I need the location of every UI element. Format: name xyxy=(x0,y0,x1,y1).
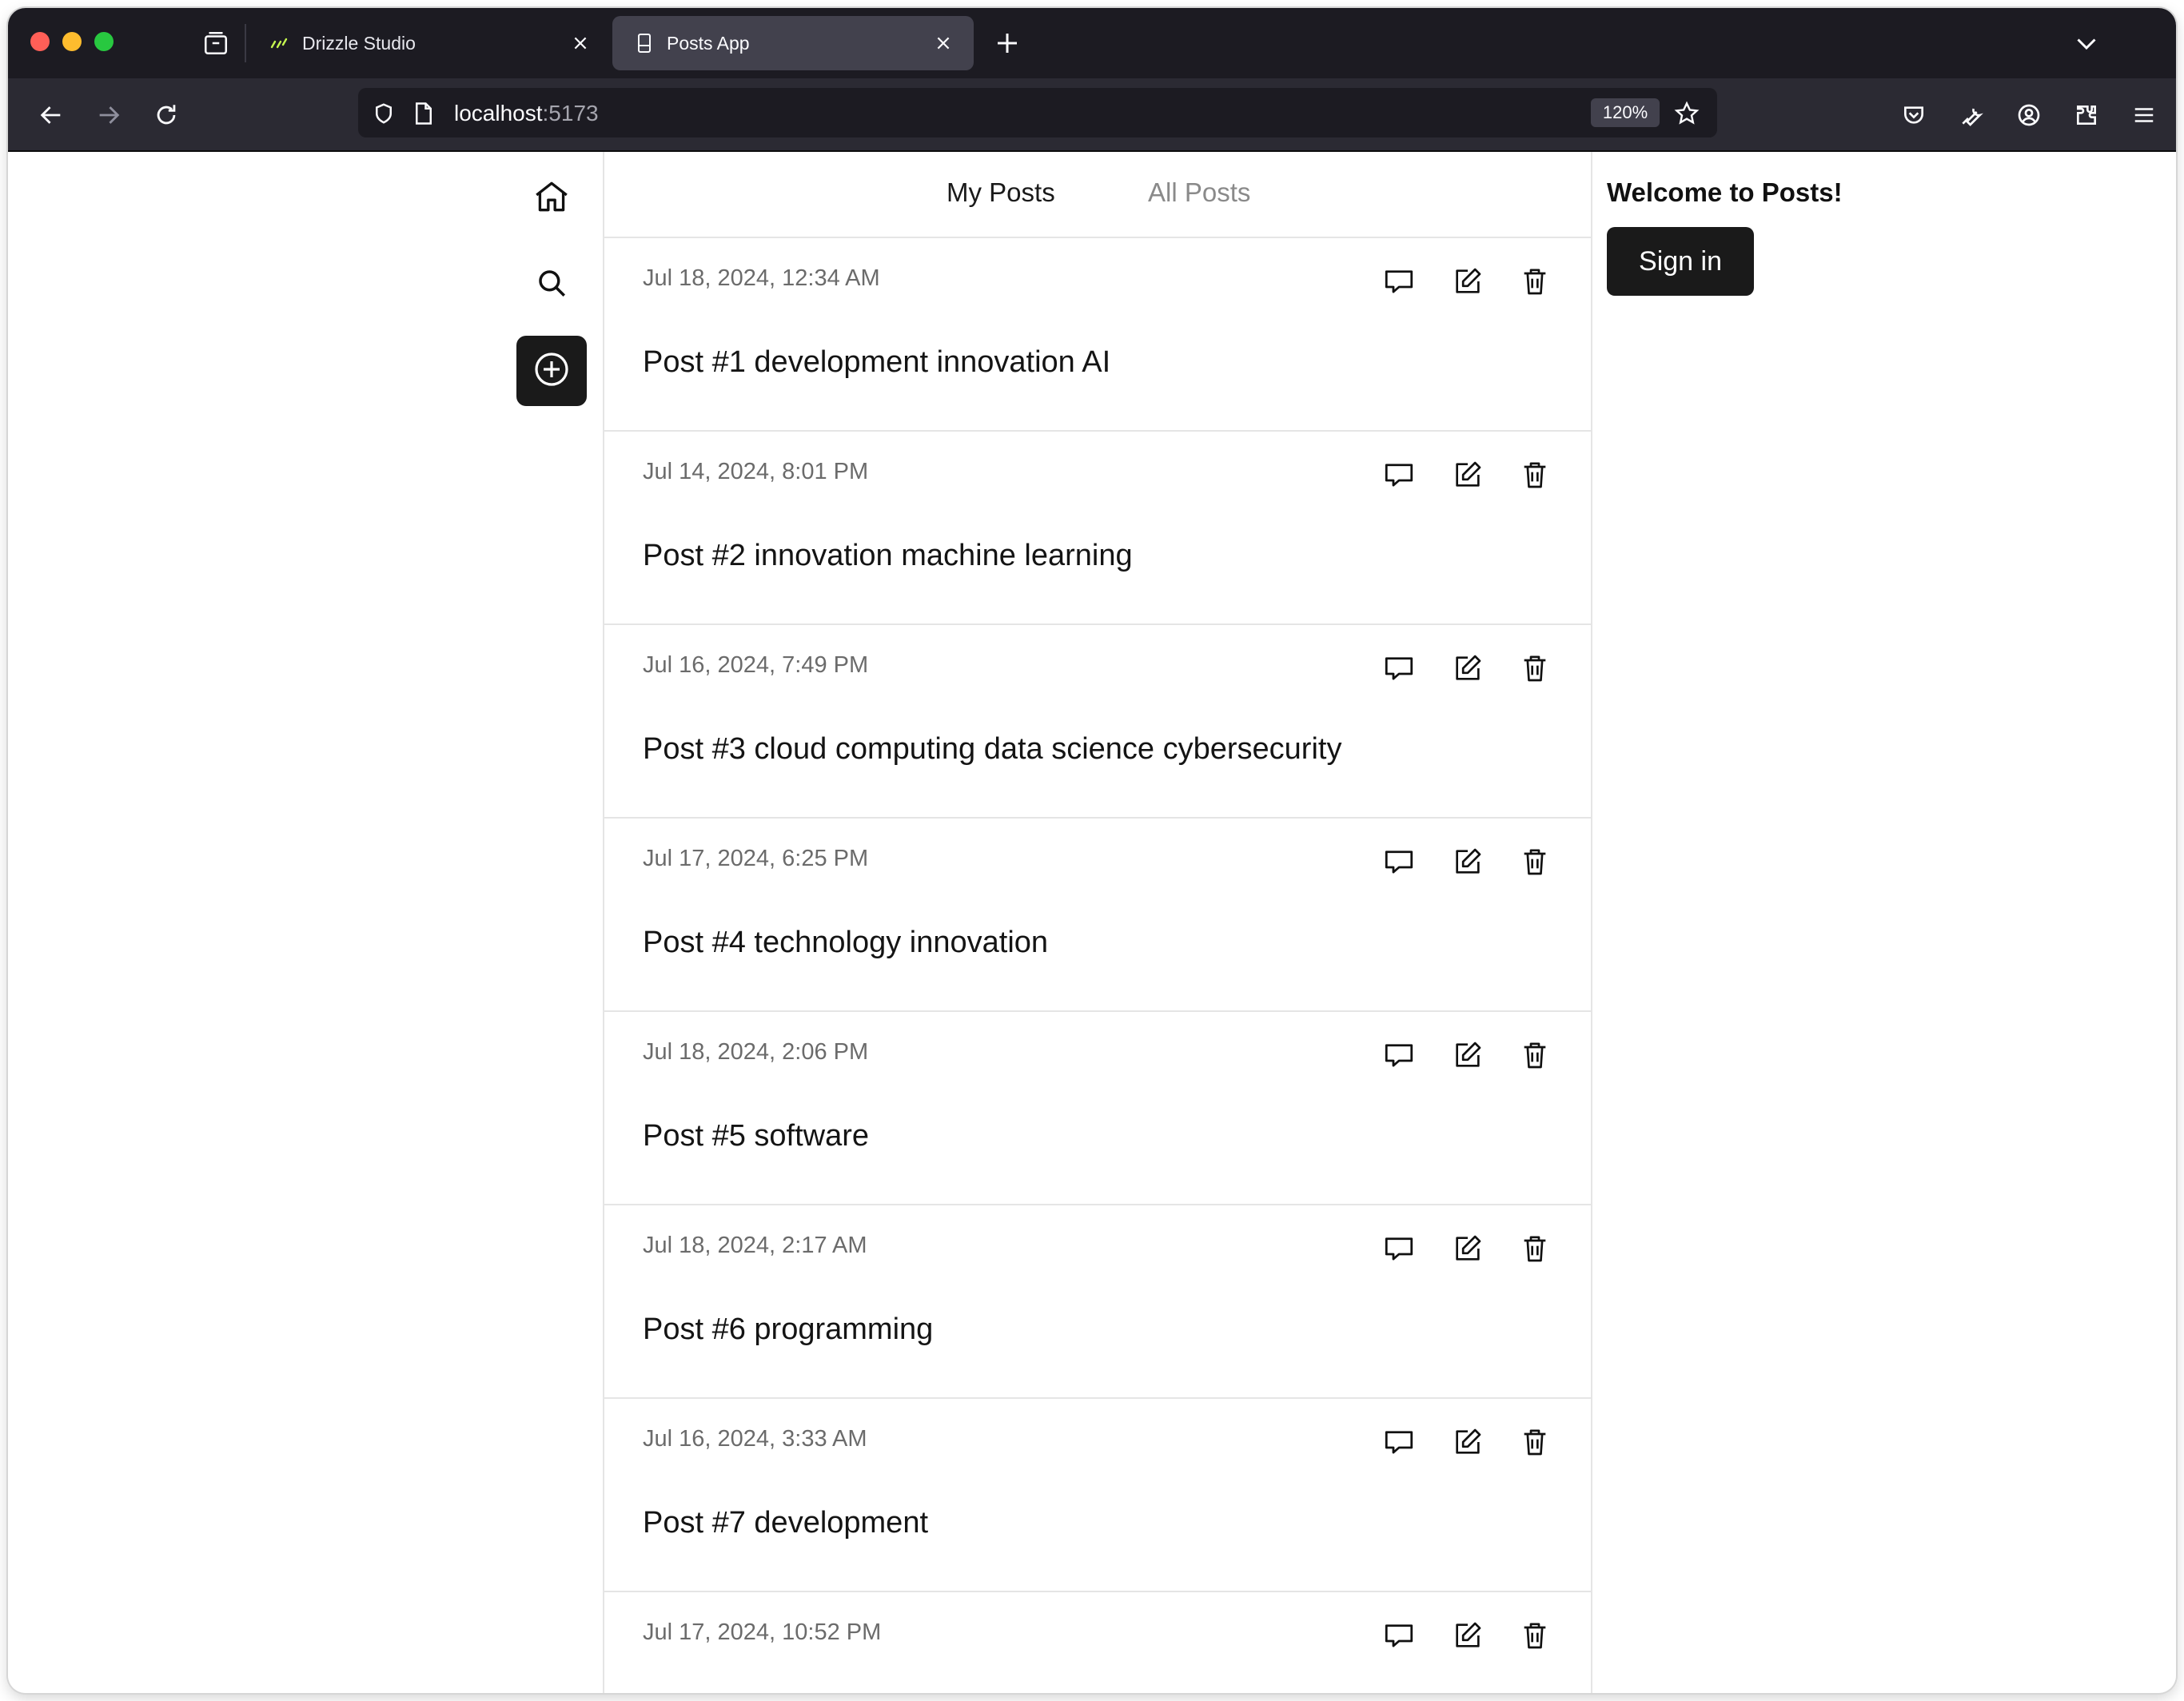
wrench-icon[interactable] xyxy=(1951,94,1992,136)
trash-icon[interactable] xyxy=(1512,1613,1557,1658)
comment-icon[interactable] xyxy=(1377,1226,1421,1271)
close-window-button[interactable] xyxy=(30,32,50,51)
tab-my-posts[interactable]: My Posts xyxy=(947,177,1055,208)
forward-icon[interactable] xyxy=(88,94,130,136)
tab-drizzle-studio[interactable]: Drizzle Studio xyxy=(248,16,611,70)
post-item[interactable]: Jul 16, 2024, 7:49 PM Post #3 cloud comp… xyxy=(604,625,1591,819)
search-icon xyxy=(535,266,568,304)
comment-icon[interactable] xyxy=(1377,259,1421,304)
address-bar[interactable]: localhost:5173 120% xyxy=(358,88,1717,137)
url-host: localhost xyxy=(454,101,543,125)
post-title: Post #3 cloud computing data science cyb… xyxy=(643,732,1342,766)
comment-icon[interactable] xyxy=(1377,646,1421,691)
page-favicon-icon xyxy=(633,32,656,54)
edit-icon[interactable] xyxy=(1445,646,1490,691)
post-item[interactable]: Jul 18, 2024, 12:34 AM Post #1 developme… xyxy=(604,238,1591,432)
post-date: Jul 18, 2024, 2:17 AM xyxy=(643,1233,867,1258)
back-icon[interactable] xyxy=(30,94,72,136)
home-button[interactable] xyxy=(516,163,587,233)
post-title: Post #1 development innovation AI xyxy=(643,345,1111,379)
zoom-window-button[interactable] xyxy=(94,32,114,51)
tab-title: Posts App xyxy=(667,32,750,54)
extensions-icon[interactable] xyxy=(2066,94,2107,136)
post-title: Post #2 innovation machine learning xyxy=(643,539,1133,572)
page-info-icon[interactable] xyxy=(409,99,438,128)
reload-icon[interactable] xyxy=(145,94,187,136)
close-tab-icon[interactable] xyxy=(927,27,959,59)
tab-posts-app[interactable]: Posts App xyxy=(612,16,974,70)
trash-icon[interactable] xyxy=(1512,839,1557,884)
tab-all-posts[interactable]: All Posts xyxy=(1148,177,1250,208)
feed-tabs: My Posts All Posts xyxy=(604,152,1591,238)
post-date: Jul 14, 2024, 8:01 PM xyxy=(643,459,869,484)
bookmark-star-icon[interactable] xyxy=(1671,98,1703,129)
post-item[interactable]: Jul 16, 2024, 3:33 AM Post #7 developmen… xyxy=(604,1399,1591,1592)
sign-in-button[interactable]: Sign in xyxy=(1607,227,1754,296)
edit-icon[interactable] xyxy=(1445,1033,1490,1078)
post-date: Jul 16, 2024, 3:33 AM xyxy=(643,1426,867,1452)
post-title: Post #4 technology innovation xyxy=(643,926,1049,959)
comment-icon[interactable] xyxy=(1377,839,1421,884)
tab-separator xyxy=(245,24,246,62)
trash-icon[interactable] xyxy=(1512,1226,1557,1271)
post-date: Jul 16, 2024, 7:49 PM xyxy=(643,652,869,678)
hamburger-menu-icon[interactable] xyxy=(2123,94,2165,136)
trash-icon[interactable] xyxy=(1512,1033,1557,1078)
navigation-toolbar: localhost:5173 120% xyxy=(8,78,2176,152)
create-post-button[interactable] xyxy=(516,336,587,406)
edit-icon[interactable] xyxy=(1445,259,1490,304)
edit-icon[interactable] xyxy=(1445,1226,1490,1271)
post-item[interactable]: Jul 17, 2024, 6:25 PM Post #4 technology… xyxy=(604,819,1591,1012)
tab-title: Drizzle Studio xyxy=(302,32,416,54)
edit-icon[interactable] xyxy=(1445,1613,1490,1658)
tab-overview-icon[interactable] xyxy=(198,26,233,61)
post-item[interactable]: Jul 14, 2024, 8:01 PM Post #2 innovation… xyxy=(604,432,1591,625)
comment-icon[interactable] xyxy=(1377,1613,1421,1658)
post-date: Jul 17, 2024, 6:25 PM xyxy=(643,846,869,871)
trash-icon[interactable] xyxy=(1512,452,1557,497)
new-tab-icon[interactable] xyxy=(990,26,1025,61)
search-button[interactable] xyxy=(516,249,587,320)
close-tab-icon[interactable] xyxy=(564,27,596,59)
url-port: :5173 xyxy=(542,101,599,125)
minimize-window-button[interactable] xyxy=(62,32,82,51)
shield-icon[interactable] xyxy=(369,99,398,128)
tab-strip: Drizzle Studio Posts App xyxy=(8,8,2176,78)
plus-circle-icon xyxy=(532,350,571,392)
url-text[interactable]: localhost:5173 xyxy=(454,101,599,126)
account-icon[interactable] xyxy=(2008,94,2050,136)
trash-icon[interactable] xyxy=(1512,259,1557,304)
post-item[interactable]: Jul 18, 2024, 2:06 PM Post #5 software xyxy=(604,1012,1591,1205)
post-item[interactable]: Jul 18, 2024, 2:17 AM Post #6 programmin… xyxy=(604,1205,1591,1399)
post-title: Post #5 software xyxy=(643,1119,870,1153)
trash-icon[interactable] xyxy=(1512,646,1557,691)
home-icon xyxy=(532,177,572,221)
edit-icon[interactable] xyxy=(1445,452,1490,497)
drizzle-favicon-icon xyxy=(269,32,291,54)
post-date: Jul 17, 2024, 10:52 PM xyxy=(643,1619,882,1645)
edit-icon[interactable] xyxy=(1445,1420,1490,1464)
comment-icon[interactable] xyxy=(1377,452,1421,497)
list-all-tabs-icon[interactable] xyxy=(2069,26,2104,61)
post-list: Jul 18, 2024, 12:34 AM Post #1 developme… xyxy=(604,238,1591,1693)
trash-icon[interactable] xyxy=(1512,1420,1557,1464)
comment-icon[interactable] xyxy=(1377,1033,1421,1078)
pocket-icon[interactable] xyxy=(1893,94,1935,136)
page-content: My Posts All Posts Jul 18, 2024, 12:34 A… xyxy=(8,152,2176,1693)
welcome-heading: Welcome to Posts! xyxy=(1607,177,1843,207)
post-title: Post #6 programming xyxy=(643,1313,934,1346)
zoom-level-badge[interactable]: 120% xyxy=(1591,98,1660,127)
post-item[interactable]: Jul 17, 2024, 10:52 PM xyxy=(604,1592,1591,1693)
post-title: Post #7 development xyxy=(643,1506,929,1540)
browser-window: Drizzle Studio Posts App localhost:5173 … xyxy=(8,8,2176,1693)
posts-feed: My Posts All Posts Jul 18, 2024, 12:34 A… xyxy=(603,152,1592,1693)
post-date: Jul 18, 2024, 2:06 PM xyxy=(643,1039,869,1065)
post-date: Jul 18, 2024, 12:34 AM xyxy=(643,265,880,291)
comment-icon[interactable] xyxy=(1377,1420,1421,1464)
edit-icon[interactable] xyxy=(1445,839,1490,884)
